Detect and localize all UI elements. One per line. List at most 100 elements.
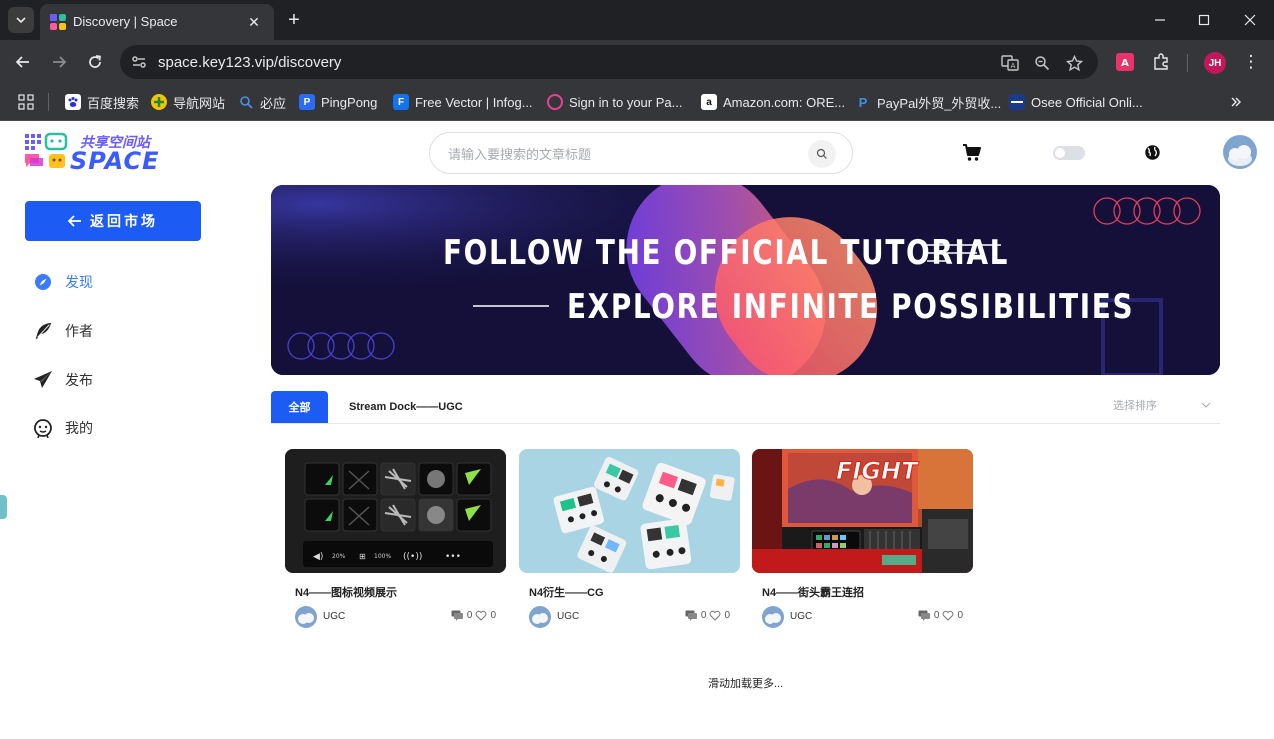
user-avatar[interactable] <box>1223 135 1257 169</box>
heart-icon[interactable] <box>709 610 721 621</box>
bookmark-label: Osee Official Onli... <box>1031 94 1143 110</box>
zoom-icon[interactable] <box>1032 53 1052 73</box>
sidebar-item-mine[interactable]: 我的 <box>33 417 203 439</box>
tab-list-chevron-icon[interactable] <box>8 7 34 33</box>
comment-icon <box>451 610 463 621</box>
browser-toolbar: space.key123.vip/discovery A A JH ⋮ <box>0 40 1274 84</box>
amazon-icon: a <box>701 94 717 110</box>
author-name[interactable]: UGC <box>323 611 345 622</box>
bookmark-nav-site[interactable]: 导航网站 <box>151 92 225 112</box>
comment-count: 0 <box>933 610 940 621</box>
card-title: N4——街头霸王连招 <box>762 587 865 599</box>
bookmark-star-icon[interactable] <box>1064 53 1084 73</box>
heart-icon[interactable] <box>475 610 487 621</box>
translate-icon[interactable]: A <box>1000 53 1020 73</box>
card-stats: 0 0 <box>685 610 730 621</box>
reload-icon[interactable] <box>81 48 109 76</box>
tab-strip: Discovery | Space ✕ + <box>0 0 1274 40</box>
tab-stream-dock-ugc[interactable]: Stream Dock——UGC <box>349 391 469 423</box>
bing-icon <box>238 94 254 110</box>
svg-text:100%: 100% <box>374 553 391 560</box>
author-name[interactable]: UGC <box>557 611 579 622</box>
search-button[interactable] <box>808 140 836 168</box>
bookmark-paypal[interactable]: P PayPal外贸_外贸收... <box>855 92 1002 112</box>
language-globe-icon[interactable] <box>1144 144 1161 161</box>
more-bookmarks-chevron-icon[interactable] <box>1230 92 1242 112</box>
svg-text:◀): ◀) <box>313 552 323 562</box>
apps-grid-icon[interactable] <box>18 92 34 112</box>
browser-menu-icon[interactable]: ⋮ <box>1240 50 1262 74</box>
window-close-icon[interactable] <box>1230 6 1270 34</box>
profile-avatar[interactable]: JH <box>1204 52 1226 74</box>
article-search <box>429 132 853 174</box>
bookmark-label: PayPal外贸_外贸收... <box>877 95 1002 111</box>
bookmark-osee[interactable]: Osee Official Onli... <box>1009 92 1143 112</box>
svg-text:A: A <box>1121 58 1129 69</box>
article-card[interactable]: N4衍生——CG UGC 0 0 <box>519 449 740 629</box>
space-logo[interactable]: 共享空间站 SPACE <box>24 132 194 175</box>
bookmark-baidu[interactable]: 百度搜索 <box>65 92 139 112</box>
sidebar-item-authors[interactable]: 作者 <box>33 320 203 342</box>
forward-arrow-icon[interactable] <box>45 48 73 76</box>
back-arrow-icon[interactable] <box>9 48 37 76</box>
url-text: space.key123.vip/discovery <box>158 54 342 71</box>
theme-toggle[interactable] <box>1053 146 1085 160</box>
bookmark-label: 必应 <box>260 95 287 111</box>
sidebar-item-discover[interactable]: 发现 <box>33 271 203 293</box>
svg-text:SPACE: SPACE <box>70 147 160 172</box>
paper-plane-icon <box>33 370 53 390</box>
heart-icon[interactable] <box>942 610 954 621</box>
comment-icon <box>685 610 697 621</box>
svg-text:((•)): ((•)) <box>403 552 422 562</box>
author-avatar[interactable] <box>529 606 551 628</box>
card-thumbnail: FIGHT <box>752 449 973 573</box>
bookmark-freepik[interactable]: F Free Vector | Infog... <box>393 92 533 112</box>
card-stats: 0 0 <box>918 610 963 621</box>
browser-tab[interactable]: Discovery | Space ✕ <box>40 4 274 40</box>
svg-text:•••: ••• <box>445 552 461 562</box>
svg-text:FIGHT: FIGHT <box>836 457 919 485</box>
extensions-puzzle-icon[interactable] <box>1149 50 1173 74</box>
maximize-icon[interactable] <box>1184 6 1224 34</box>
baidu-icon <box>65 94 81 110</box>
comment-count: 0 <box>466 610 473 621</box>
hero-banner[interactable]: FOLLOW THE OFFICIAL TUTORIAL EXPLORE INF… <box>271 185 1220 375</box>
sidebar-item-label: 发布 <box>65 372 93 388</box>
toolbar-divider <box>1187 54 1188 72</box>
tab-all[interactable]: 全部 <box>271 391 328 423</box>
new-tab-plus-icon[interactable]: + <box>282 8 306 32</box>
cart-icon[interactable] <box>962 143 982 163</box>
space-favicon-icon <box>50 14 66 30</box>
arrow-left-icon <box>68 215 81 227</box>
address-bar[interactable]: space.key123.vip/discovery A <box>120 45 1098 79</box>
bookmark-pingpong[interactable]: P PingPong <box>299 92 377 112</box>
category-tabs: 全部 Stream Dock——UGC 选择排序 <box>271 391 1220 424</box>
banner-headline-1: FOLLOW THE OFFICIAL TUTORIAL <box>443 233 1010 273</box>
bookmark-amazon[interactable]: a Amazon.com: ORE... <box>701 92 845 112</box>
article-card[interactable]: ◀) 20% ⊞ 100% ((•)) ••• N4——图标视频展示 UGC 0… <box>285 449 506 629</box>
author-name[interactable]: UGC <box>790 611 812 622</box>
sort-select[interactable]: 选择排序 <box>1113 397 1213 417</box>
author-avatar[interactable] <box>295 606 317 628</box>
bookmark-picsart[interactable]: Sign in to your Pa... <box>547 92 682 112</box>
edge-expand-handle[interactable] <box>0 495 7 519</box>
card-title: N4——图标视频展示 <box>295 587 398 599</box>
bookmark-bing[interactable]: 必应 <box>238 92 286 112</box>
comment-icon <box>918 610 930 621</box>
translate-extension-icon[interactable]: A <box>1113 50 1137 74</box>
minimize-icon[interactable] <box>1140 6 1180 34</box>
back-to-market-button[interactable]: 返回市场 <box>25 201 201 241</box>
search-input[interactable] <box>448 144 788 164</box>
svg-text:A: A <box>1011 62 1016 70</box>
article-card[interactable]: FIGHT N4——街头霸王连招 UGC 0 0 <box>752 449 973 629</box>
author-avatar[interactable] <box>762 606 784 628</box>
sidebar-item-publish[interactable]: 发布 <box>33 369 203 391</box>
tab-close-icon[interactable]: ✕ <box>244 12 264 32</box>
card-thumbnail: ◀) 20% ⊞ 100% ((•)) ••• <box>285 449 506 573</box>
site-settings-icon[interactable] <box>130 53 148 71</box>
chevron-down-icon <box>1201 402 1211 408</box>
pingpong-icon: P <box>299 94 315 110</box>
card-title: N4衍生——CG <box>529 587 604 599</box>
bookmark-label: PingPong <box>321 94 378 110</box>
search-icon <box>816 148 827 159</box>
